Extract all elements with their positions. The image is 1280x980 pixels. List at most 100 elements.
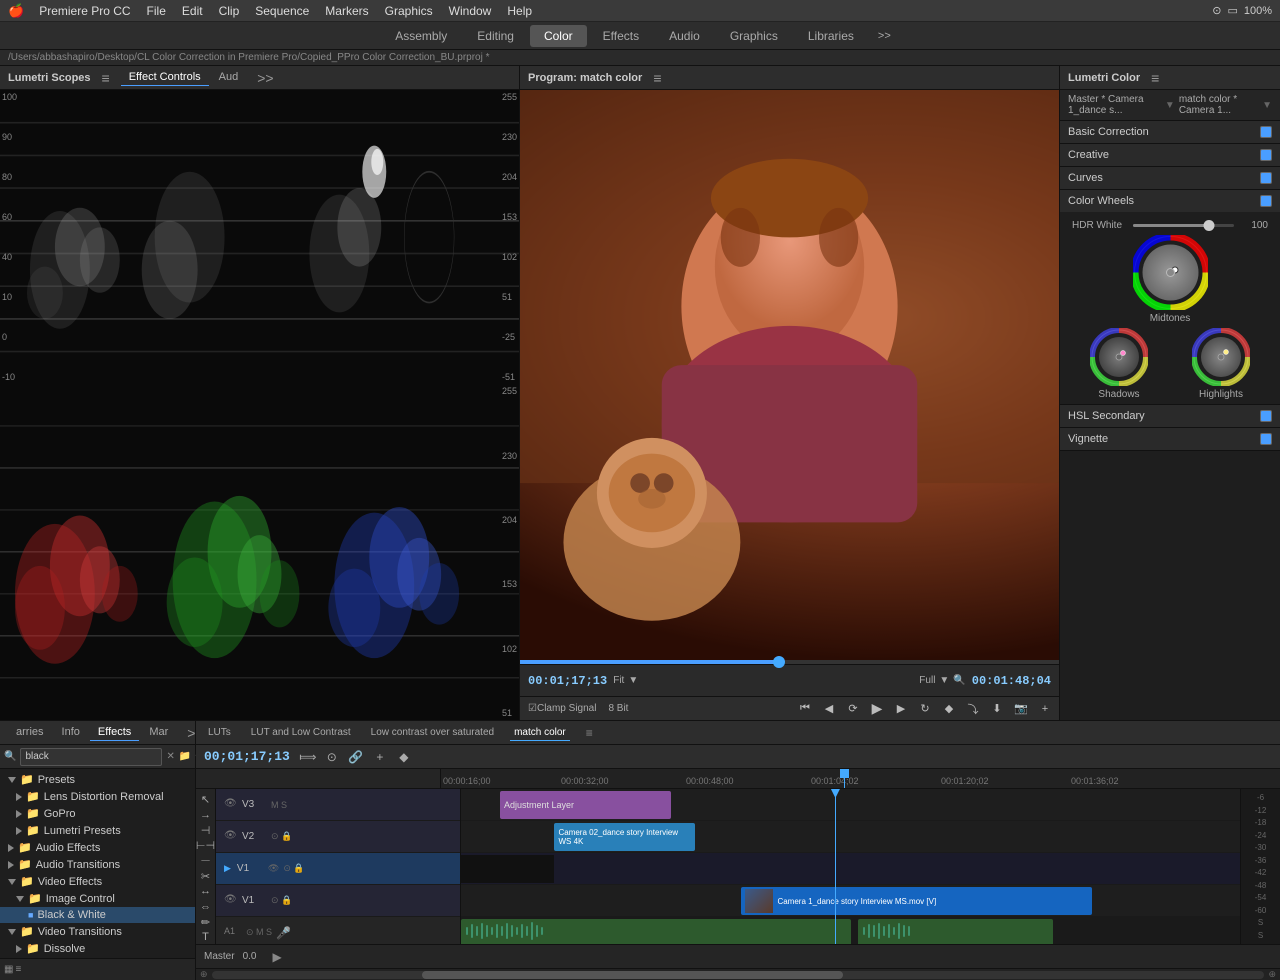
clear-search-icon[interactable]: ✕ [166,751,174,762]
slip-tool[interactable]: ↔ [197,885,215,898]
camera1-clip[interactable]: Camera 1_dance story Interview MS.mov [V… [741,887,1092,915]
loop-button[interactable]: ↻ [915,699,935,719]
lut-tab-low-contrast[interactable]: LUT and Low Contrast [247,725,355,740]
audio1b-clip[interactable] [858,919,1053,944]
audio-transitions-folder[interactable]: 📁 Audio Transitions [0,856,195,873]
type-tool[interactable]: T [197,931,215,944]
timeline-ruler[interactable]: 00:00:16;00 00:00:32;00 00:00:48;00 00:0… [196,769,1280,789]
selection-tool[interactable]: ↖ [197,793,215,806]
lens-distortion-folder[interactable]: 📁 Lens Distortion Removal [0,788,195,805]
ripple-edit-tool[interactable]: ⊣ [197,824,215,837]
menu-premiere[interactable]: Premiere Pro CC [32,2,137,20]
program-fit-dropdown-icon[interactable]: ▼ [628,675,638,686]
video-effects-folder[interactable]: 📁 Video Effects [0,873,195,890]
highlights-wheel-svg[interactable] [1192,328,1250,386]
master-expand-icon[interactable]: ▶ [272,950,281,964]
color-wheels-checkbox[interactable] [1260,195,1272,207]
scopes-expand-button[interactable]: >> [254,70,276,86]
lut-tab-luts[interactable]: LUTs [204,725,235,740]
scrollbar-thumb[interactable] [422,971,843,979]
menu-edit[interactable]: Edit [175,2,210,20]
lumetri-panel-menu[interactable]: ≡ [1148,70,1162,86]
hdr-whites-slider[interactable] [1133,224,1234,227]
tab-libraries[interactable]: arries [8,724,52,741]
lumetri-breadcrumb-clip[interactable]: match color * Camera 1... [1179,94,1258,116]
export-frame-button[interactable]: 📷 [1011,699,1031,719]
lut-tab-match-color[interactable]: match color [510,725,570,741]
rolling-edit-tool[interactable]: ⊢⊣ [197,839,215,852]
audio-effects-folder[interactable]: 📁 Audio Effects [0,839,195,856]
program-quality-dropdown-icon[interactable]: ▼ [939,675,949,686]
step-forward-button[interactable]: ▶ [891,699,911,719]
bit-depth-btn[interactable]: 8 Bit [604,699,632,719]
gopro-folder[interactable]: 📁 GoPro [0,805,195,822]
lut-menu-icon[interactable]: ≡ [586,726,593,740]
lumetri-presets-folder[interactable]: 📁 Lumetri Presets [0,822,195,839]
hsl-secondary-checkbox[interactable] [1260,410,1272,422]
overwrite-button[interactable]: ⬇ [987,699,1007,719]
curves-checkbox[interactable] [1260,172,1272,184]
linked-selection[interactable]: 🔗 [346,747,366,767]
rewind-to-start-button[interactable]: ⏮ [795,699,815,719]
v3-eye-icon[interactable]: 👁 [224,798,238,812]
add-track[interactable]: + [370,747,390,767]
add-marker-button[interactable]: ◆ [939,699,959,719]
tab-libraries[interactable]: Libraries [794,25,868,47]
video-transitions-folder[interactable]: 📁 Video Transitions [0,923,195,940]
program-progress-thumb[interactable] [773,656,785,668]
new-bin-icon[interactable]: 📁 [179,751,191,762]
play-around-button[interactable]: ⟳ [843,699,863,719]
v2-eye-icon[interactable]: 👁 [224,830,238,844]
tab-color[interactable]: Color [530,25,587,47]
menu-sequence[interactable]: Sequence [248,2,316,20]
thumbnail-view-icon[interactable]: ▦ [4,964,13,975]
tab-info[interactable]: Info [54,724,88,741]
v1-eye-btn[interactable]: 👁 [268,863,279,874]
shadows-wheel-svg[interactable] [1090,328,1148,386]
vignette-header[interactable]: Vignette [1060,428,1280,450]
tab-assembly[interactable]: Assembly [381,25,461,47]
audio1-clip[interactable] [461,919,851,944]
clamp-signal-checkbox[interactable]: ☑ Clamp Signal [524,699,600,719]
vignette-checkbox[interactable] [1260,433,1272,445]
color-wheels-header[interactable]: Color Wheels [1060,190,1280,212]
adjustment-layer-clip[interactable]: Adjustment Layer [500,791,671,819]
black-and-white-effect[interactable]: ■ Black & White [0,907,195,923]
lumetri-breadcrumb-master[interactable]: Master * Camera 1_dance s... [1068,94,1161,116]
play-button[interactable]: ▶ [867,699,887,719]
ripple-tool[interactable]: ⟾ [298,747,318,767]
basic-correction-checkbox[interactable] [1260,126,1272,138]
menu-clip[interactable]: Clip [212,2,247,20]
hsl-secondary-header[interactable]: HSL Secondary [1060,405,1280,427]
tab-effects[interactable]: Effects [90,724,139,741]
program-monitor-menu[interactable]: ≡ [650,70,664,86]
tab-graphics[interactable]: Graphics [716,25,792,47]
pen-tool[interactable]: ✏ [197,915,215,928]
rate-stretch-tool[interactable]: ⏤ [197,854,215,867]
creative-header[interactable]: Creative [1060,144,1280,166]
timeline-timecode[interactable]: 00;01;17;13 [204,749,290,764]
presets-folder[interactable]: 📁 Presets [0,771,195,788]
tab-effects[interactable]: Effects [589,25,653,47]
effects-search-input[interactable] [20,748,162,766]
creative-checkbox[interactable] [1260,149,1272,161]
menu-graphics[interactable]: Graphics [378,2,440,20]
v1b-eye-icon[interactable]: 👁 [224,894,238,908]
menu-file[interactable]: File [140,2,173,20]
scrollbar-track[interactable] [212,971,1265,979]
dissolve-folder[interactable]: 📁 Dissolve [0,940,195,957]
hdr-whites-thumb[interactable] [1203,220,1214,231]
menu-markers[interactable]: Markers [318,2,375,20]
scopes-menu-button[interactable]: ≡ [99,70,113,86]
midtones-wheel-svg[interactable] [1133,235,1208,310]
camera02-clip[interactable]: Camera 02_dance story Interview WS 4K [554,823,694,851]
razor-tool[interactable]: ✂ [197,869,215,882]
tab-more[interactable]: >> [870,26,899,46]
program-progress-bar[interactable] [520,660,1059,664]
scroll-right-icon[interactable]: ⊕ [1268,969,1276,980]
insert-button[interactable]: ⤵ [963,699,983,719]
add-to-render-button[interactable]: + [1035,699,1055,719]
scopes-tab-aud[interactable]: Aud [211,69,247,86]
tab-editing[interactable]: Editing [463,25,528,47]
marker-add[interactable]: ◆ [394,747,414,767]
